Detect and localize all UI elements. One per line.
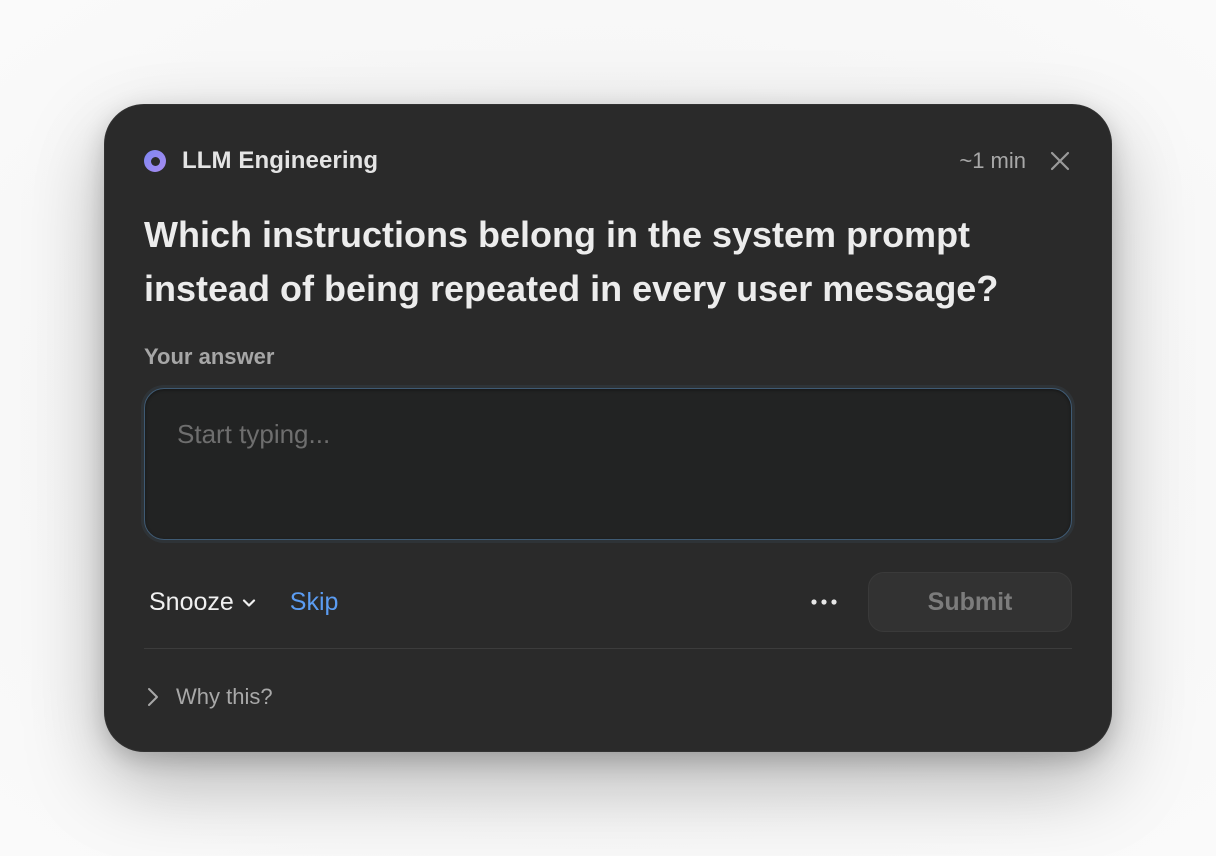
card-header: LLM Engineering ~1 min — [144, 144, 1072, 178]
divider — [144, 648, 1072, 649]
answer-label: Your answer — [144, 344, 275, 369]
why-this-label: Why this? — [176, 684, 273, 709]
question-text: Which instructions belong in the system … — [144, 214, 999, 309]
duration-estimate: ~1 min — [959, 148, 1026, 173]
submit-button[interactable]: Submit — [868, 572, 1072, 632]
topic-title: LLM Engineering — [182, 147, 379, 174]
quiz-card: LLM Engineering ~1 min Which instruction… — [104, 104, 1112, 752]
more-horizontal-icon — [811, 599, 837, 605]
snooze-label: Snooze — [149, 587, 234, 616]
snooze-button[interactable]: Snooze — [149, 588, 256, 617]
chevron-down-icon — [242, 599, 255, 607]
why-this-toggle[interactable]: Why this? — [144, 680, 273, 714]
more-options-button[interactable] — [804, 582, 844, 622]
action-bar: Snooze Skip Submit — [144, 572, 1072, 632]
skip-button[interactable]: Skip — [290, 588, 339, 617]
desktop-background: LLM Engineering ~1 min Which instruction… — [0, 0, 1216, 856]
answer-input[interactable] — [144, 388, 1072, 540]
close-button[interactable] — [1048, 149, 1072, 173]
close-icon — [1050, 151, 1070, 171]
topic-dot-icon — [144, 150, 166, 172]
chevron-right-icon — [148, 688, 158, 706]
